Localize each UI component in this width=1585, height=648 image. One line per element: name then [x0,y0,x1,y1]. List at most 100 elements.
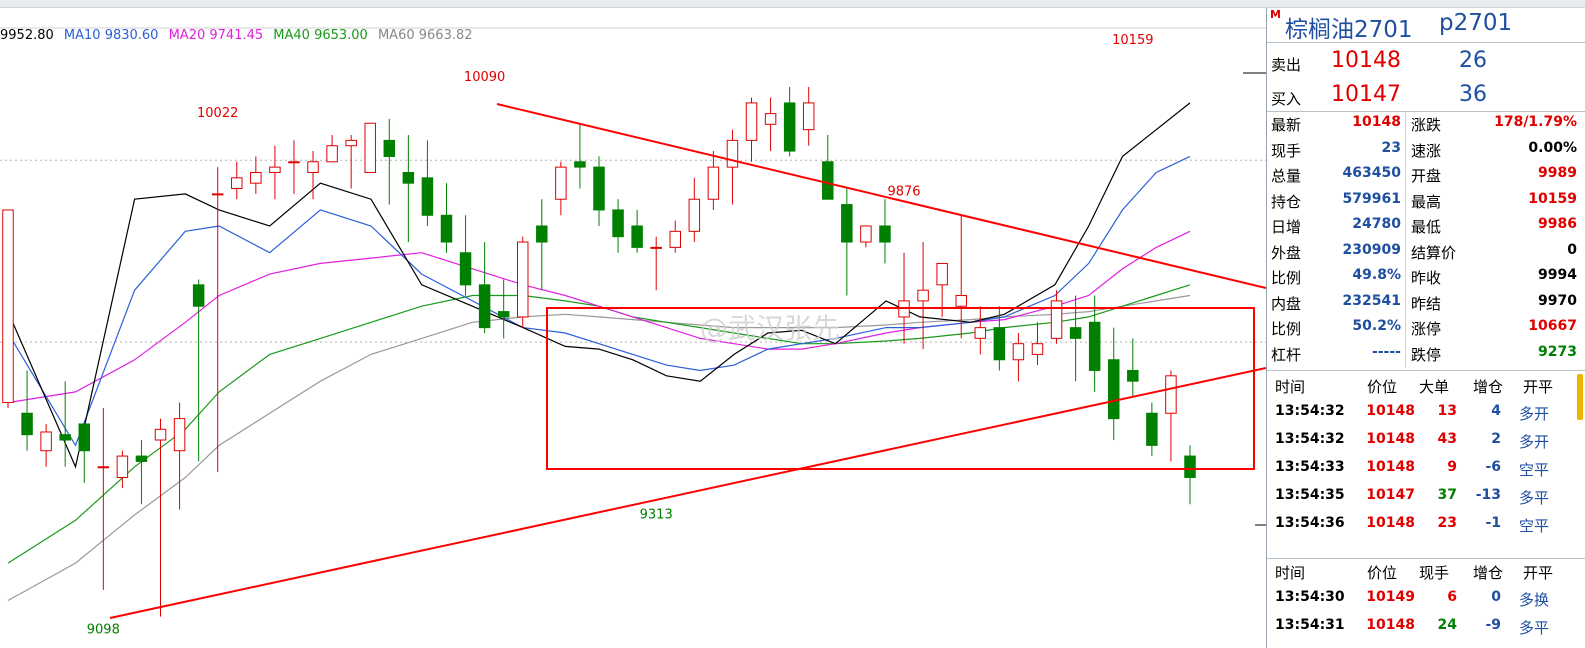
candle-body [612,209,624,238]
candle-body [650,246,662,249]
price-annotation: 9098 [87,623,120,638]
stat-label: 比例 [1271,320,1302,338]
buy-qty: 36 [1459,82,1487,107]
stat-value: 579961 [1342,190,1401,207]
open-close-type: 多换 [1519,591,1550,609]
time: 13:54:33 [1275,459,1345,475]
open-close-type: 空平 [1519,461,1550,479]
list-item[interactable]: 13:54:35 10147 37 -13 多平 [1267,485,1585,511]
column-header: 时间 [1275,378,1306,396]
stat-label: 开盘 [1411,167,1442,185]
list-item[interactable]: 13:54:32 10148 43 2 多开 [1267,429,1585,455]
candle-body [269,166,281,173]
list-header: 时间 价位 现手 增仓 开平 [1267,560,1585,582]
stat-label: 最新 [1271,116,1302,134]
candle-body [307,161,319,173]
sell-qty: 26 [1459,48,1487,73]
stat-value: 463450 [1342,165,1401,181]
candle-body [478,284,491,329]
price: 10149 [1366,589,1415,605]
list-item[interactable]: 13:54:30 10149 6 0 多换 [1267,587,1585,613]
candle-body [326,145,338,163]
qty: 6 [1447,589,1457,605]
stats-row: 最新 10148 涨跌 178/1.79% [1267,114,1585,138]
candle-body [1127,369,1139,382]
open-close-type: 多开 [1519,433,1550,451]
buy-price: 10147 [1331,82,1401,107]
candle-body [669,230,682,248]
column-header: 大单 [1419,378,1450,396]
chart-grid [0,27,1266,343]
open-interest-change: 4 [1491,403,1501,419]
list-item[interactable]: 13:54:36 10148 23 -1 空平 [1267,513,1585,539]
candle-body [802,102,815,131]
legend-ma60: MA60 9663.82 [377,28,473,43]
scroll-bar[interactable] [1577,374,1583,420]
list-item[interactable]: 13:54:33 10148 9 -6 空平 [1267,457,1585,483]
upper-trendline [496,103,1266,289]
qty: 9 [1447,459,1457,475]
open-close-type: 空平 [1519,517,1550,535]
candle-body [345,139,357,147]
stat-label: 现手 [1271,141,1302,160]
candle-body [154,428,167,441]
candle-body [97,466,110,469]
stat-label: 结算价 [1411,243,1457,262]
stat-value: 10667 [1528,318,1577,334]
price-annotation: 9876 [887,184,920,199]
candle-body [459,252,472,286]
stats-row: 内盘 232541 昨结 9970 [1267,293,1585,317]
stats-row: 日增 24780 最低 9986 [1267,216,1585,240]
price: 10147 [1366,487,1415,503]
candle-body [116,455,129,478]
stats-row: 杠杆 ----- 跌停 9273 [1267,344,1585,368]
open-interest-change: -9 [1485,617,1501,633]
candle-body [59,434,71,441]
stat-label: 总量 [1271,167,1302,185]
column-header: 价位 [1367,564,1398,582]
stat-value: 9994 [1538,267,1577,283]
candle-body [1184,455,1196,478]
candle-body [631,225,643,248]
price-annotation: 10090 [464,70,505,85]
kline-chart[interactable]: 10090 10022 9876 10159 9313 9098 @武汉张先 [0,8,1266,648]
candle-body [879,225,891,243]
price-annotation: 9313 [640,508,673,523]
m-icon: M [1270,8,1281,21]
stats-row: 外盘 230909 结算价 0 [1267,242,1585,266]
list-item[interactable]: 13:54:31 10148 24 -9 多平 [1267,615,1585,641]
buy-row[interactable]: 买入 10147 36 [1267,82,1585,110]
candle-body [783,102,796,152]
stat-value: 230909 [1342,241,1401,258]
column-header: 增仓 [1473,378,1504,396]
stat-label: 最高 [1411,192,1442,211]
column-header: 现手 [1419,564,1450,582]
stat-label: 最低 [1411,218,1442,236]
stat-value: 9273 [1538,343,1577,360]
stat-value: 10148 [1352,114,1401,130]
stat-label: 跌停 [1411,345,1442,364]
legend-close: 9952.80 [0,28,54,43]
sell-row[interactable]: 卖出 10148 26 [1267,48,1585,76]
open-interest-change: -13 [1475,487,1501,503]
contract-code: p2701 [1439,10,1513,36]
contract-name: 棕榈油2701 [1285,17,1413,43]
qty: 37 [1437,487,1457,503]
candle-body [917,289,929,302]
time: 13:54:36 [1275,515,1345,531]
stat-value: 232541 [1342,292,1401,309]
stat-label: 外盘 [1271,243,1302,262]
sell-label: 卖出 [1271,56,1302,74]
candle-body [955,295,967,307]
stat-label: 昨结 [1411,294,1442,313]
stats-row: 持仓 579961 最高 10159 [1267,191,1585,215]
list-item[interactable]: 13:54:32 10148 13 4 多开 [1267,401,1585,427]
time: 13:54:32 [1275,403,1345,419]
time: 13:54:30 [1275,589,1345,605]
candle-body [364,122,376,173]
price-annotation: 10022 [197,106,238,121]
stat-label: 内盘 [1271,294,1302,313]
watermark: @武汉张先 [700,312,840,345]
candle-body [192,284,205,307]
candle-body [1165,375,1177,414]
